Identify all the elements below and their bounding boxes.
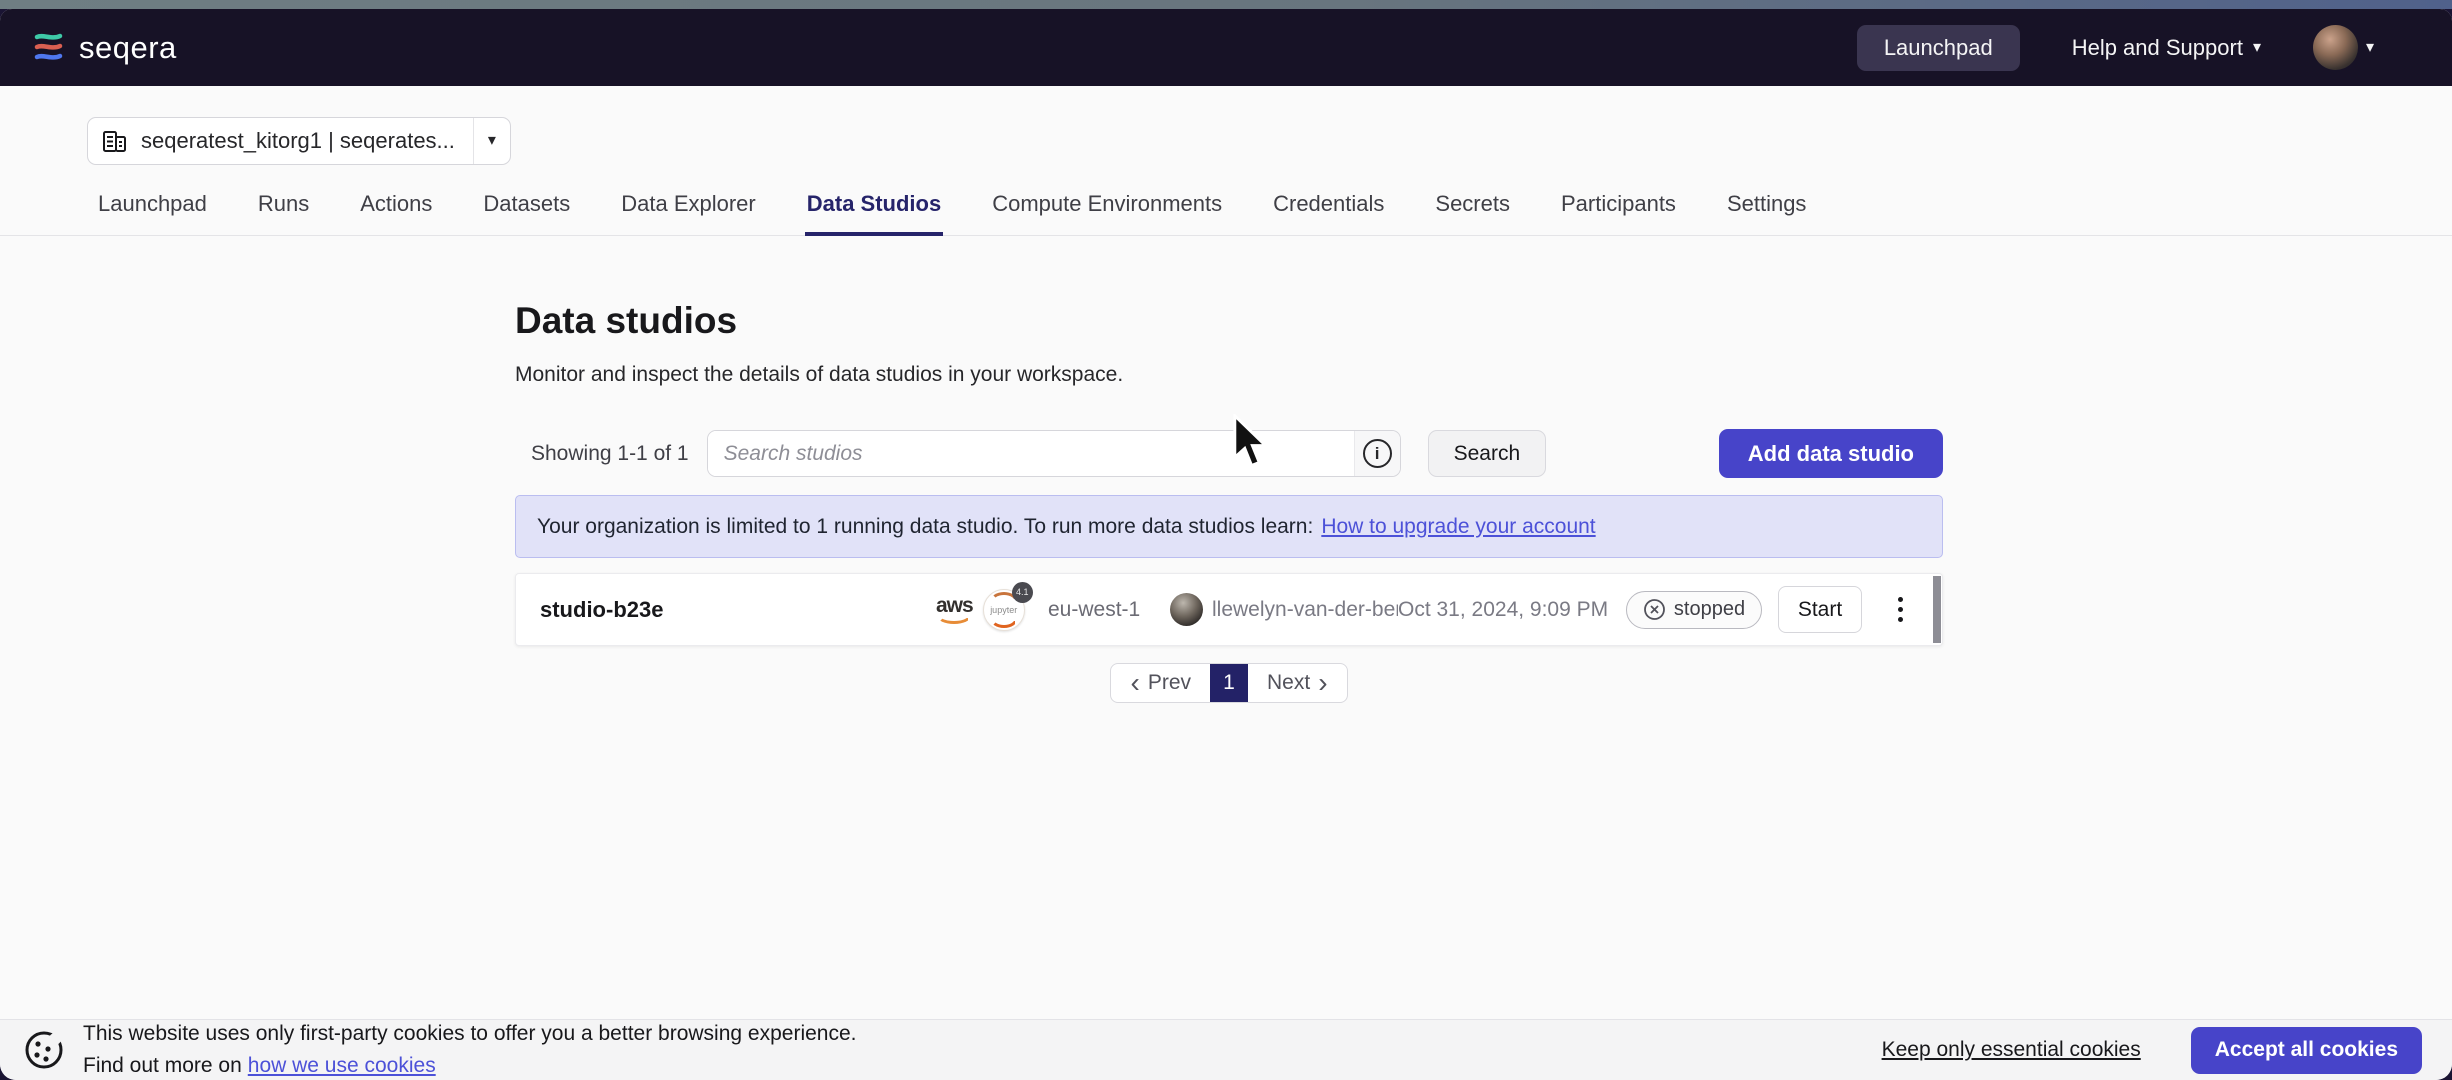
chevron-down-icon: ▾ <box>2253 40 2261 56</box>
studio-region: eu-west-1 <box>1048 598 1170 622</box>
add-data-studio-button[interactable]: Add data studio <box>1719 429 1943 478</box>
page-subtitle: Monitor and inspect the details of data … <box>515 363 1943 387</box>
main-content: Data studios Monitor and inspect the det… <box>515 236 1943 703</box>
status-label: stopped <box>1674 598 1745 621</box>
stopped-icon <box>1643 598 1666 621</box>
chevron-down-icon: ▾ <box>488 133 496 149</box>
workspace-tabs: Launchpad Runs Actions Datasets Data Exp… <box>0 191 2452 236</box>
workspace-selector-label: seqeratest_kitorg1 | seqerates... <box>141 128 455 154</box>
jupyter-version-badge: 4.1 <box>1012 582 1033 603</box>
pagination-prev-button[interactable]: ‹ Prev <box>1111 664 1210 702</box>
pagination: ‹ Prev 1 Next › <box>1110 663 1347 703</box>
studio-name[interactable]: studio-b23e <box>516 597 936 623</box>
help-and-support-menu[interactable]: Help and Support ▾ <box>2072 35 2261 61</box>
studio-environment-icons: aws jupyter 4.1 <box>936 589 1048 631</box>
cookie-banner: This website uses only first-party cooki… <box>0 1019 2452 1080</box>
browser-window: seqera Launchpad Help and Support ▾ ▾ <box>0 9 2452 1080</box>
tab-credentials[interactable]: Credentials <box>1271 191 1386 235</box>
user-avatar[interactable] <box>2313 25 2358 70</box>
cookie-icon <box>22 1028 66 1072</box>
tab-data-studios[interactable]: Data Studios <box>805 191 943 236</box>
showing-count: Showing 1-1 of 1 <box>531 442 689 466</box>
pagination-page-1[interactable]: 1 <box>1210 663 1248 703</box>
desktop-background-strip <box>0 0 2452 9</box>
status-badge: stopped <box>1626 591 1762 629</box>
upgrade-account-link[interactable]: How to upgrade your account <box>1321 515 1595 539</box>
pagination-next-button[interactable]: Next › <box>1248 664 1347 702</box>
top-nav-bar: seqera Launchpad Help and Support ▾ ▾ <box>0 9 2452 86</box>
workspace-selector-caret[interactable]: ▾ <box>473 118 510 164</box>
search-input[interactable] <box>708 431 1354 476</box>
owner-name: llewelyn-van-der-ber <box>1212 598 1398 622</box>
cookie-policy-link[interactable]: how we use cookies <box>248 1054 436 1077</box>
aws-smile-swoosh <box>937 615 971 624</box>
row-menu-kebab-icon[interactable] <box>1892 591 1909 628</box>
jupyter-label: jupyter <box>990 605 1017 615</box>
info-icon: i <box>1363 439 1392 468</box>
tab-secrets[interactable]: Secrets <box>1433 191 1512 235</box>
search-info-button[interactable]: i <box>1354 431 1400 476</box>
tab-actions[interactable]: Actions <box>358 191 434 235</box>
limit-notice-banner: Your organization is limited to 1 runnin… <box>515 495 1943 558</box>
search-field-group: i <box>707 430 1401 477</box>
tab-compute-environments[interactable]: Compute Environments <box>990 191 1224 235</box>
tab-runs[interactable]: Runs <box>256 191 311 235</box>
organization-icon <box>101 128 128 155</box>
row-scrollbar[interactable] <box>1933 576 1941 643</box>
cookie-text-line2-prefix: Find out more on <box>83 1054 242 1077</box>
studio-owner: llewelyn-van-der-ber <box>1170 593 1398 626</box>
workspace-selector-row: seqeratest_kitorg1 | seqerates... ▾ <box>0 86 2452 165</box>
tab-settings[interactable]: Settings <box>1725 191 1809 235</box>
tab-participants[interactable]: Participants <box>1559 191 1678 235</box>
help-and-support-label: Help and Support <box>2072 35 2243 61</box>
tab-launchpad[interactable]: Launchpad <box>96 191 209 235</box>
owner-avatar <box>1170 593 1203 626</box>
start-button[interactable]: Start <box>1778 586 1862 633</box>
prev-label: Prev <box>1148 671 1191 695</box>
tab-data-explorer[interactable]: Data Explorer <box>619 191 758 235</box>
studio-last-updated: Oct 31, 2024, 9:09 PM <box>1398 598 1610 622</box>
page-title: Data studios <box>515 236 1943 339</box>
jupyter-icon: jupyter 4.1 <box>983 589 1025 631</box>
studio-status-cell: stopped <box>1610 591 1778 629</box>
next-label: Next <box>1267 671 1310 695</box>
screen: seqera Launchpad Help and Support ▾ ▾ <box>0 0 2452 1080</box>
studios-toolbar: Showing 1-1 of 1 i Search Add data studi… <box>515 429 1943 478</box>
aws-label: aws <box>936 595 973 616</box>
keep-essential-cookies-button[interactable]: Keep only essential cookies <box>1882 1038 2141 1062</box>
brand-name: seqera <box>79 30 177 66</box>
workspace-selector[interactable]: seqeratest_kitorg1 | seqerates... ▾ <box>87 117 511 165</box>
launchpad-button[interactable]: Launchpad <box>1857 25 2020 71</box>
accept-all-cookies-button[interactable]: Accept all cookies <box>2191 1027 2422 1074</box>
table-row[interactable]: studio-b23e aws jupyter 4.1 <box>515 573 1943 646</box>
cookie-text-line1: This website uses only first-party cooki… <box>83 1020 856 1048</box>
search-button[interactable]: Search <box>1428 430 1547 477</box>
limit-notice-text: Your organization is limited to 1 runnin… <box>537 515 1313 539</box>
aws-icon: aws <box>936 595 973 624</box>
user-menu[interactable]: ▾ <box>2313 25 2374 70</box>
chevron-down-icon: ▾ <box>2366 40 2374 56</box>
cookie-text-line2: Find out more on how we use cookies <box>83 1052 856 1080</box>
seqera-logo-icon <box>30 29 67 66</box>
tab-datasets[interactable]: Datasets <box>481 191 572 235</box>
seqera-logo: seqera <box>30 29 177 66</box>
